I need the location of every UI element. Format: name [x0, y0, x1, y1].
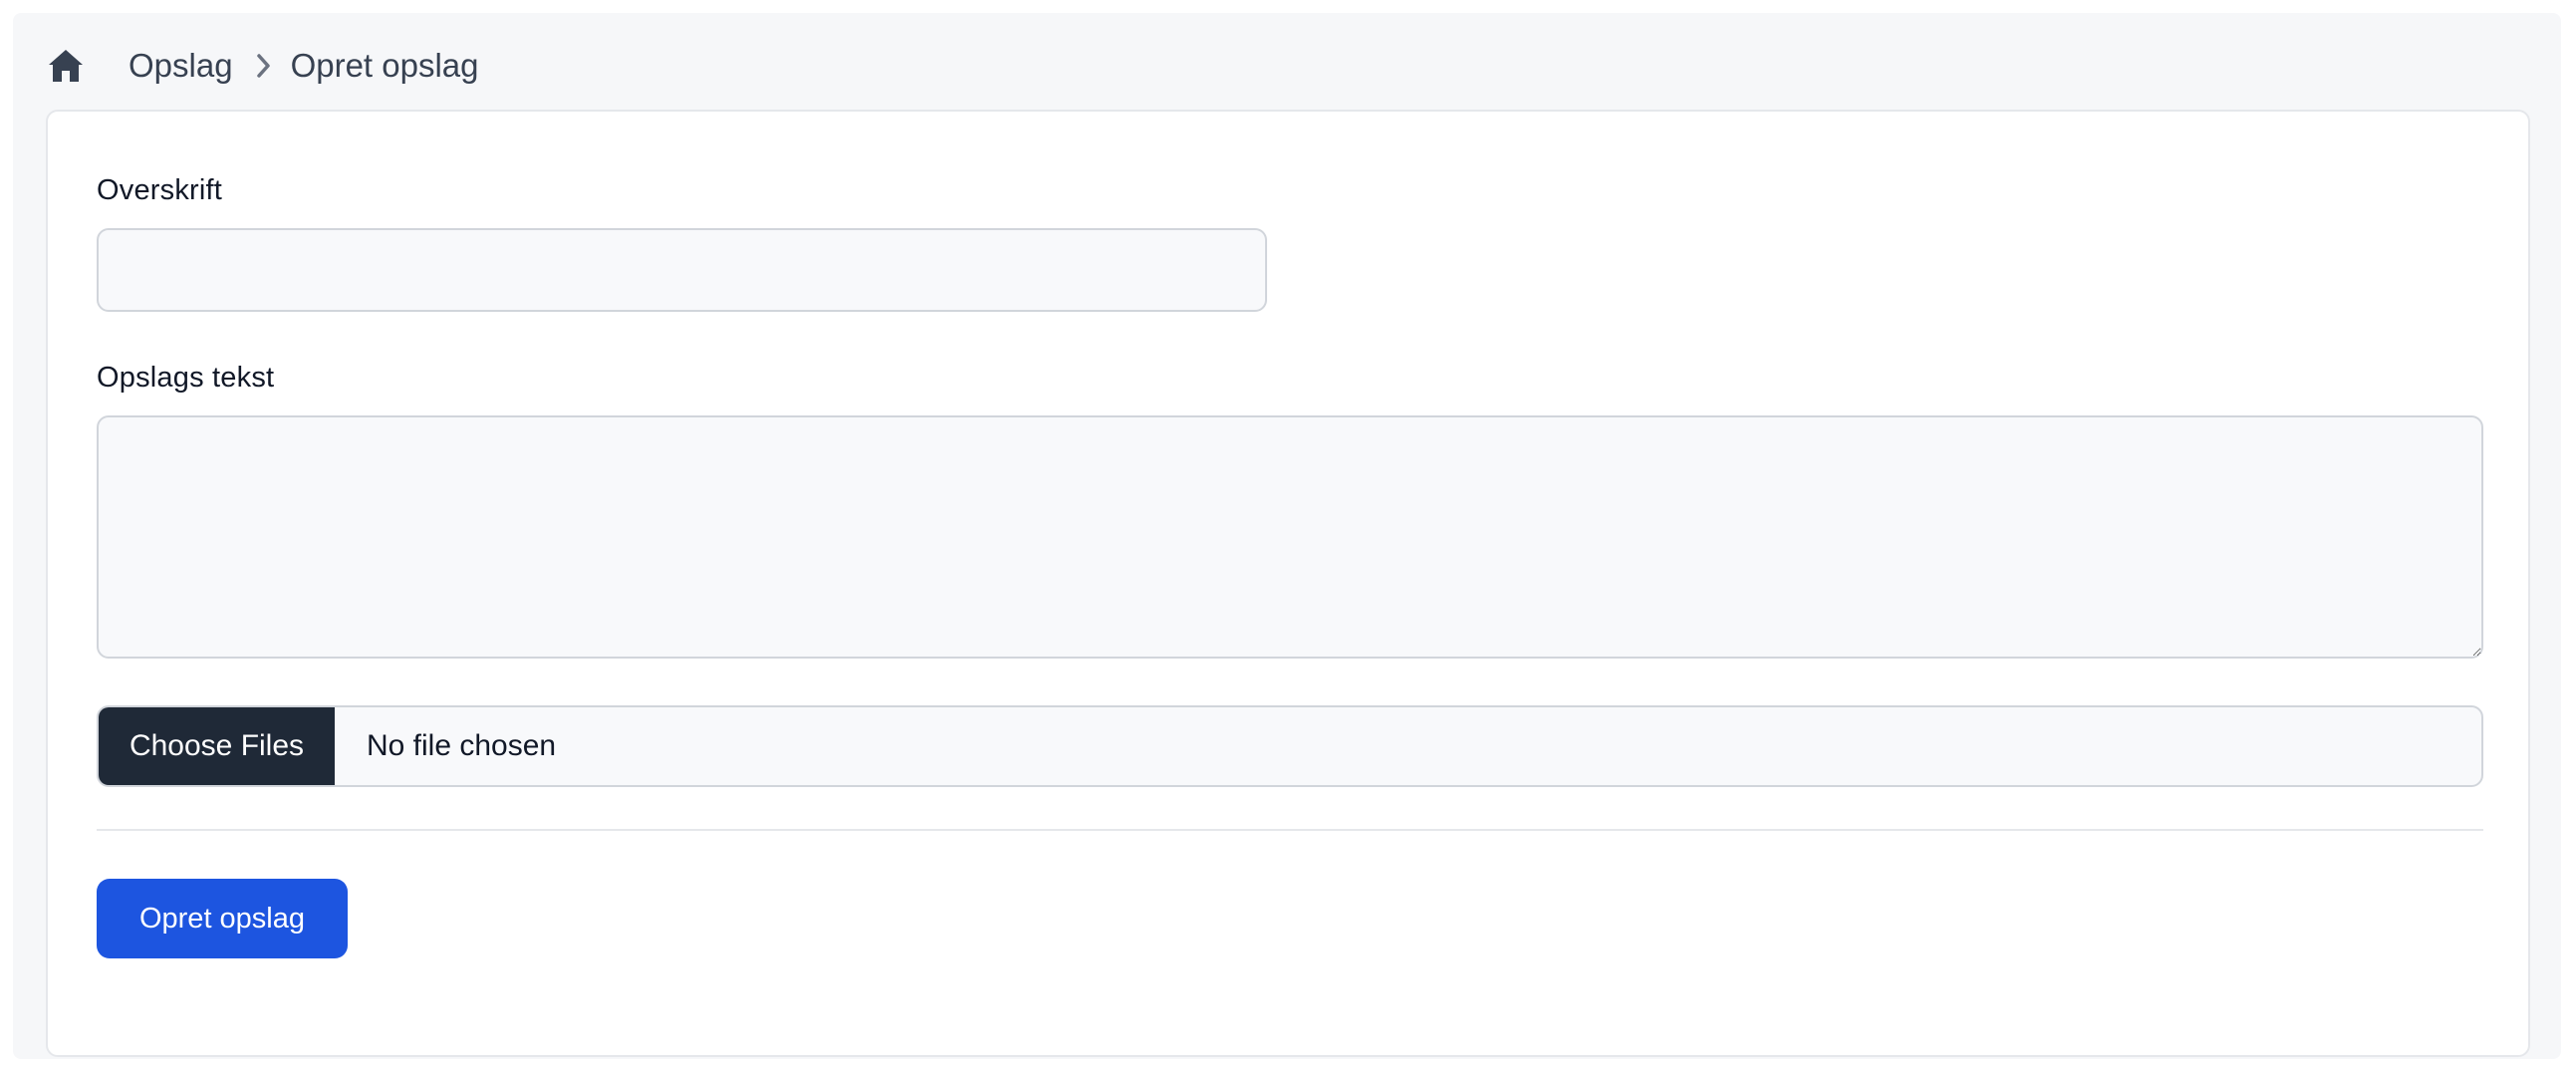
form-divider	[97, 829, 2483, 831]
breadcrumb-item-current: Opret opslag	[290, 47, 479, 84]
breadcrumb-item-opslag[interactable]: Opslag	[129, 47, 233, 85]
page-background: Opslag Opret opslag Overskrift Opslags t…	[13, 13, 2561, 1059]
breadcrumb: Opslag Opret opslag	[46, 35, 479, 97]
text-field-label: Opslags tekst	[97, 362, 275, 394]
home-icon[interactable]	[46, 46, 86, 86]
choose-files-button[interactable]: Choose Files	[99, 707, 335, 785]
title-input[interactable]	[97, 228, 1267, 312]
file-status-text: No file chosen	[367, 729, 557, 762]
create-post-form: Overskrift Opslags tekst Choose Files No…	[46, 110, 2530, 1057]
post-text-textarea[interactable]	[97, 415, 2483, 659]
create-post-button[interactable]: Opret opslag	[97, 879, 348, 958]
chevron-right-icon	[247, 46, 281, 86]
title-field-label: Overskrift	[97, 174, 223, 206]
file-upload-field[interactable]: Choose Files No file chosen	[97, 705, 2483, 787]
